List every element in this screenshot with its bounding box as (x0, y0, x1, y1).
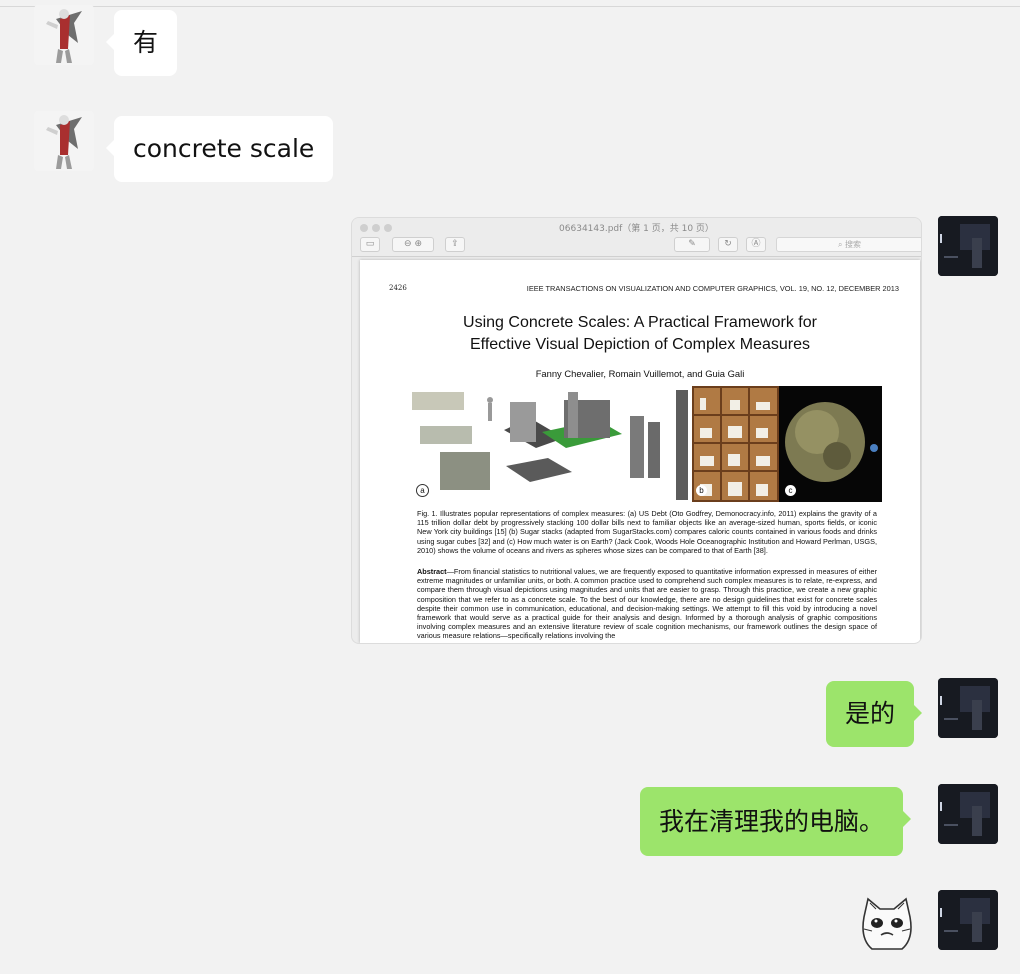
page-number: 2426 (389, 284, 407, 292)
figure-label-c: c (785, 485, 796, 496)
pdf-page: 2426 IEEE TRANSACTIONS ON VISUALIZATION … (360, 260, 920, 643)
figure-panel-us-debt: a (412, 386, 690, 502)
figure-caption: Fig. 1. Illustrates popular representati… (417, 509, 877, 555)
markup-icon[interactable]: Ⓐ (746, 237, 766, 252)
abstract: Abstract—From financial statistics to nu… (417, 567, 877, 641)
abstract-body: —From financial statistics to nutritiona… (417, 567, 877, 641)
zoom-in-icon[interactable]: ⊕ (414, 239, 422, 249)
zoom-buttons[interactable]: ⊖ ⊕ (392, 237, 434, 252)
contact-avatar[interactable] (34, 5, 94, 65)
figure-label-a: a (416, 484, 429, 497)
journal-header: IEEE TRANSACTIONS ON VISUALIZATION AND C… (526, 284, 899, 293)
outgoing-message-bubble[interactable]: 我在清理我的电脑。 (640, 787, 912, 856)
search-icon: ⌕ (837, 240, 843, 249)
window-top-divider (0, 6, 1020, 7)
paper-title-line-1: Using Concrete Scales: A Practical Frame… (463, 314, 817, 331)
user-avatar[interactable] (938, 784, 998, 844)
incoming-message-bubble[interactable]: concrete scale (105, 116, 334, 182)
cat-face-sticker[interactable] (858, 895, 916, 953)
user-avatar[interactable] (938, 216, 998, 276)
share-icon[interactable]: ⇪ (445, 237, 465, 252)
figure-label-b: b (696, 485, 707, 496)
rotate-icon[interactable]: ↻ (718, 237, 738, 252)
figure-panel-water-on-earth: c (779, 386, 882, 502)
user-avatar[interactable] (938, 890, 998, 950)
pdf-screenshot-message[interactable]: 06634143.pdf（第 1 页，共 10 页） ▭ ⊖ ⊕ ⇪ ✎ ↻ Ⓐ… (352, 218, 921, 643)
preview-window-title: 06634143.pdf（第 1 页，共 10 页） (559, 224, 714, 234)
zoom-out-icon[interactable]: ⊖ (404, 239, 412, 249)
paper-authors: Fanny Chevalier, Romain Vuillemot, and G… (535, 368, 745, 379)
figure-panel-sugar-stacks: b (692, 386, 779, 502)
pen-icon[interactable]: ✎ (674, 237, 710, 252)
figure-1: a b c (412, 386, 882, 502)
sidebar-toggle-icon[interactable]: ▭ (360, 237, 380, 252)
outgoing-message-bubble[interactable]: 是的 (826, 681, 923, 747)
incoming-message-bubble[interactable]: 有 (105, 10, 178, 76)
preview-search-field[interactable]: ⌕ 搜索 (776, 237, 921, 252)
contact-avatar[interactable] (34, 111, 94, 171)
preview-toolbar: 06634143.pdf（第 1 页，共 10 页） ▭ ⊖ ⊕ ⇪ ✎ ↻ Ⓐ… (352, 218, 921, 257)
paper-title-line-2: Effective Visual Depiction of Complex Me… (469, 336, 810, 353)
user-avatar[interactable] (938, 678, 998, 738)
abstract-heading: Abstract (417, 567, 447, 576)
